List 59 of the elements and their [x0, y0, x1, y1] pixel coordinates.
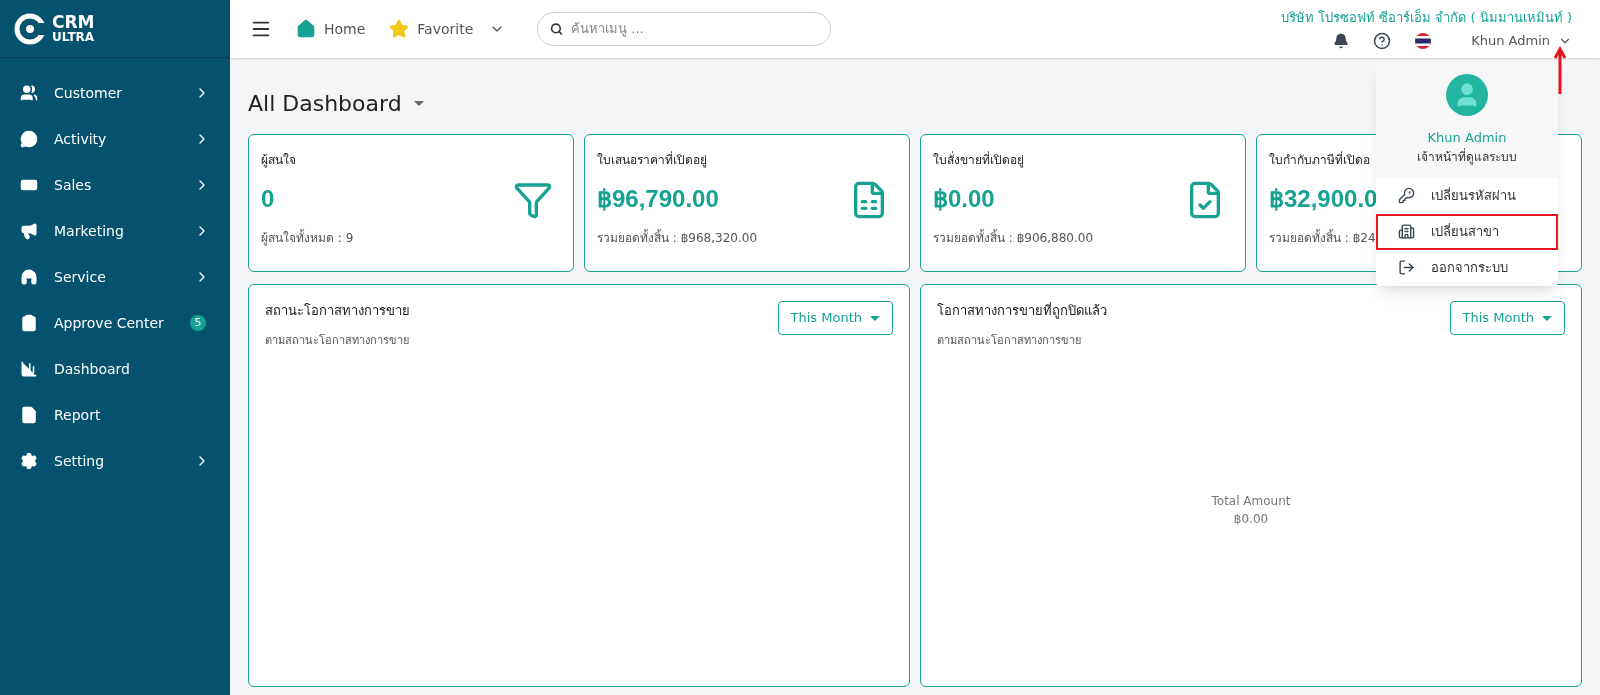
megaphone-icon: [20, 222, 38, 240]
card-title: ผู้สนใจ: [261, 152, 296, 169]
bell-icon[interactable]: [1333, 32, 1350, 49]
sidebar-item[interactable]: Sales: [0, 162, 230, 208]
document-icon: [20, 406, 38, 424]
settings-icon: [20, 452, 38, 470]
building-icon: [1398, 223, 1415, 240]
logo-subtext: ULTRA: [52, 31, 95, 43]
favorite-link[interactable]: Favorite: [389, 18, 506, 40]
card-value: 0: [261, 184, 275, 214]
logo-text: CRM: [52, 14, 95, 31]
flag-icon[interactable]: [1415, 32, 1432, 49]
home-icon: [296, 19, 316, 39]
card-title: ใบเสนอราคาที่เปิดอยู่: [597, 151, 707, 169]
page-title[interactable]: All Dashboard: [248, 88, 1582, 118]
annotation-arrow-icon: [1554, 46, 1566, 96]
sidebar-item[interactable]: Service: [0, 254, 230, 300]
card-value: ฿96,790.00: [597, 184, 719, 214]
user-name: Khun Admin: [1427, 129, 1507, 147]
sidebar-item[interactable]: Activity: [0, 116, 230, 162]
count-badge: 5: [190, 315, 206, 331]
card-title: ใบสั่งขายที่เปิดอยู่: [933, 151, 1024, 169]
help-icon[interactable]: [1373, 31, 1392, 50]
card-footer: รวมยอดทั้งสิ้น : ฿906,880.00: [933, 229, 1093, 247]
panel-title: สถานะโอกาสทางการขาย: [265, 302, 410, 320]
panel-subtitle: ตามสถานะโอกาสทางการขาย: [937, 332, 1082, 349]
search-icon: [550, 22, 564, 36]
key-icon: [1398, 187, 1415, 204]
chat-icon: [20, 130, 38, 148]
company-name: บริษัท โปรซอฟท์ ซีอาร์เอ็ม จำกัด ( นิมมานเหมินท์ ): [1281, 7, 1572, 27]
user-menu-item[interactable]: เปลี่ยนสาขา: [1376, 213, 1558, 250]
total-value: ฿0.00: [1233, 510, 1269, 528]
sidebar-item[interactable]: Approve Center 5: [0, 300, 230, 346]
sidebar-item[interactable]: Setting: [0, 438, 230, 484]
sidebar-item[interactable]: Report: [0, 392, 230, 438]
card-footer: รวมยอดทั้งสิ้น : ฿968,320.00: [597, 229, 757, 247]
card-footer: ผู้สนใจทั้งหมด : 9: [261, 229, 354, 247]
total-label: Total Amount: [1211, 492, 1291, 510]
card-footer: รวมยอดทั้งสิ้น : ฿24: [1269, 229, 1376, 247]
user-menu-item[interactable]: ออกจากระบบ: [1376, 249, 1558, 286]
card-value: ฿0.00: [933, 184, 995, 214]
user-role: เจ้าหน้าที่ดูแลระบบ: [1417, 147, 1517, 166]
panel-title: โอกาสทางการขายที่ถูกปิดแล้ว: [937, 301, 1107, 321]
search-input[interactable]: ค้นหาเมนู ...: [571, 19, 819, 39]
avatar-icon: [1446, 74, 1488, 116]
user-menu-item[interactable]: เปลี่ยนรหัสผ่าน: [1376, 177, 1558, 214]
sidebar-item[interactable]: Marketing: [0, 208, 230, 254]
sidebar-item[interactable]: Customer: [0, 70, 230, 116]
search-field[interactable]: ค้นหาเมนู ...: [537, 12, 832, 46]
card-value: ฿32,900.0: [1269, 184, 1378, 214]
home-link[interactable]: Home: [296, 18, 366, 40]
card-title: ใบกำกับภาษีที่เปิดอ: [1269, 151, 1370, 169]
sidebar-item[interactable]: Dashboard: [0, 346, 230, 392]
star-icon: [389, 19, 410, 39]
funnel-icon: [513, 180, 553, 220]
logout-icon: [1398, 259, 1415, 276]
panel-subtitle: ตามสถานะโอกาสทางการขาย: [265, 332, 410, 349]
users-icon: [20, 84, 38, 102]
user-menu-button[interactable]: Khun Admin: [1471, 31, 1572, 51]
